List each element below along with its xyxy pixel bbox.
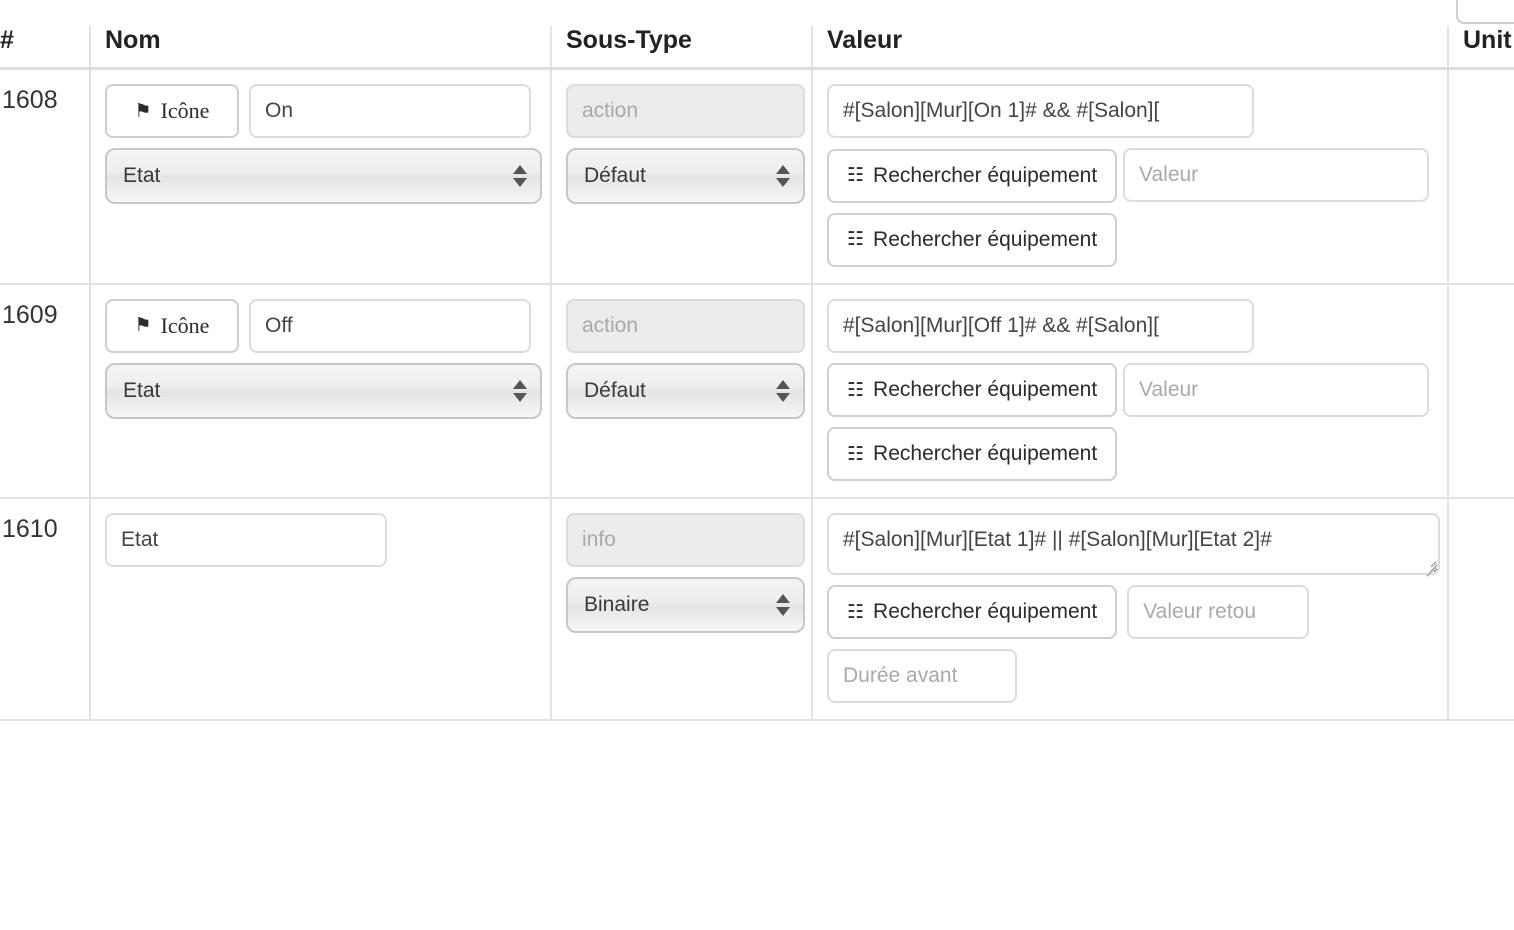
value-input[interactable]: [1123, 362, 1430, 417]
commands-table: # Nom Sous-Type Valeur Unit 1608 ⚑ Icône: [0, 26, 1514, 721]
value-expression-input[interactable]: [827, 84, 1254, 138]
list-alt-icon: ☷: [847, 443, 865, 465]
flag-icon: ⚑: [134, 100, 152, 122]
row-value-cell: ☷ Rechercher équipement: [811, 498, 1448, 721]
value-input[interactable]: [1123, 148, 1430, 202]
command-name-input[interactable]: [105, 513, 387, 567]
search-equipment-label: Rechercher équipement: [873, 442, 1098, 465]
row-id-cell: 1608: [0, 68, 90, 285]
table-row: 1610 Binaire: [0, 498, 1514, 721]
list-alt-icon: ☷: [847, 379, 865, 401]
list-alt-icon: ☷: [847, 229, 865, 250]
row-name-cell: ⚑ Icône Etat: [89, 68, 551, 285]
row-subtype-cell: Défaut: [550, 283, 812, 499]
table-row: 1608 ⚑ Icône Etat: [0, 68, 1514, 285]
table-row: 1609 ⚑ Icône Etat: [0, 283, 1514, 499]
value-expression-textarea-wrapper: [827, 513, 1440, 575]
command-name-input[interactable]: [249, 84, 531, 138]
command-type-select-wrapper[interactable]: Etat: [105, 362, 542, 419]
row-unit-cell: [1447, 498, 1514, 721]
icon-picker-label: Icône: [160, 98, 210, 123]
info-type-input: [566, 513, 805, 567]
table-header-row: # Nom Sous-Type Valeur Unit: [0, 26, 1514, 70]
command-type-select[interactable]: Etat: [105, 148, 542, 204]
column-header-number: #: [0, 26, 90, 70]
row-id-cell: 1610: [0, 498, 90, 721]
subtype-select-wrapper[interactable]: Défaut: [566, 362, 805, 419]
search-equipment-button-2[interactable]: ☷ Rechercher équipement: [827, 427, 1118, 481]
search-equipment-button-2[interactable]: ☷ Rechercher équipement: [827, 212, 1118, 267]
row-subtype-cell: Défaut: [550, 68, 812, 285]
command-type-select-wrapper[interactable]: Etat: [105, 148, 542, 204]
table-header: # Nom Sous-Type Valeur Unit: [0, 26, 1514, 70]
table-body: 1608 ⚑ Icône Etat: [0, 68, 1514, 721]
duration-before-input[interactable]: [827, 649, 1017, 703]
subtype-select-wrapper[interactable]: Binaire: [566, 577, 805, 633]
value-expression-textarea[interactable]: [827, 513, 1440, 575]
search-equipment-button-1[interactable]: ☷ Rechercher équipement: [827, 585, 1118, 639]
column-header-value: Valeur: [811, 26, 1448, 70]
column-header-name: Nom: [89, 26, 551, 70]
search-equipment-label: Rechercher équipement: [873, 163, 1098, 187]
action-type-input: [566, 84, 805, 138]
value-expression-input[interactable]: [827, 298, 1254, 353]
row-subtype-cell: Binaire: [550, 498, 812, 721]
row-unit-cell: [1447, 283, 1514, 499]
subtype-select-wrapper[interactable]: Défaut: [566, 148, 805, 204]
row-id-cell: 1609: [0, 283, 90, 499]
icon-picker-label: Icône: [160, 312, 210, 338]
top-partial-region: [0, 0, 1514, 26]
list-alt-icon: ☷: [847, 165, 865, 186]
search-equipment-label: Rechercher équipement: [873, 227, 1098, 251]
row-name-cell: [89, 498, 551, 721]
cut-off-input-top-right[interactable]: [1456, 0, 1514, 24]
row-value-cell: ☷ Rechercher équipement ☷ Rechercher équ…: [811, 283, 1448, 499]
row-unit-cell: [1447, 68, 1514, 285]
action-type-input: [566, 298, 805, 353]
subtype-select[interactable]: Défaut: [566, 148, 805, 204]
return-value-input[interactable]: [1127, 585, 1310, 639]
row-value-cell: ☷ Rechercher équipement ☷ Rechercher équ…: [811, 68, 1448, 285]
command-name-input[interactable]: [249, 298, 531, 353]
row-name-cell: ⚑ Icône Etat: [89, 283, 551, 499]
search-equipment-button-1[interactable]: ☷ Rechercher équipement: [827, 363, 1118, 417]
icon-picker-button[interactable]: ⚑ Icône: [105, 84, 239, 138]
subtype-select[interactable]: Binaire: [566, 577, 805, 633]
command-type-select[interactable]: Etat: [105, 362, 542, 419]
search-equipment-button-1[interactable]: ☷ Rechercher équipement: [827, 148, 1118, 203]
column-header-subtype: Sous-Type: [550, 26, 812, 70]
search-equipment-label: Rechercher équipement: [873, 378, 1098, 401]
column-header-unit: Unit: [1447, 26, 1514, 70]
icon-picker-button[interactable]: ⚑ Icône: [105, 298, 239, 353]
flag-icon: ⚑: [134, 315, 152, 336]
subtype-select[interactable]: Défaut: [566, 362, 805, 419]
list-alt-icon: ☷: [847, 601, 865, 623]
search-equipment-label: Rechercher équipement: [873, 600, 1098, 623]
